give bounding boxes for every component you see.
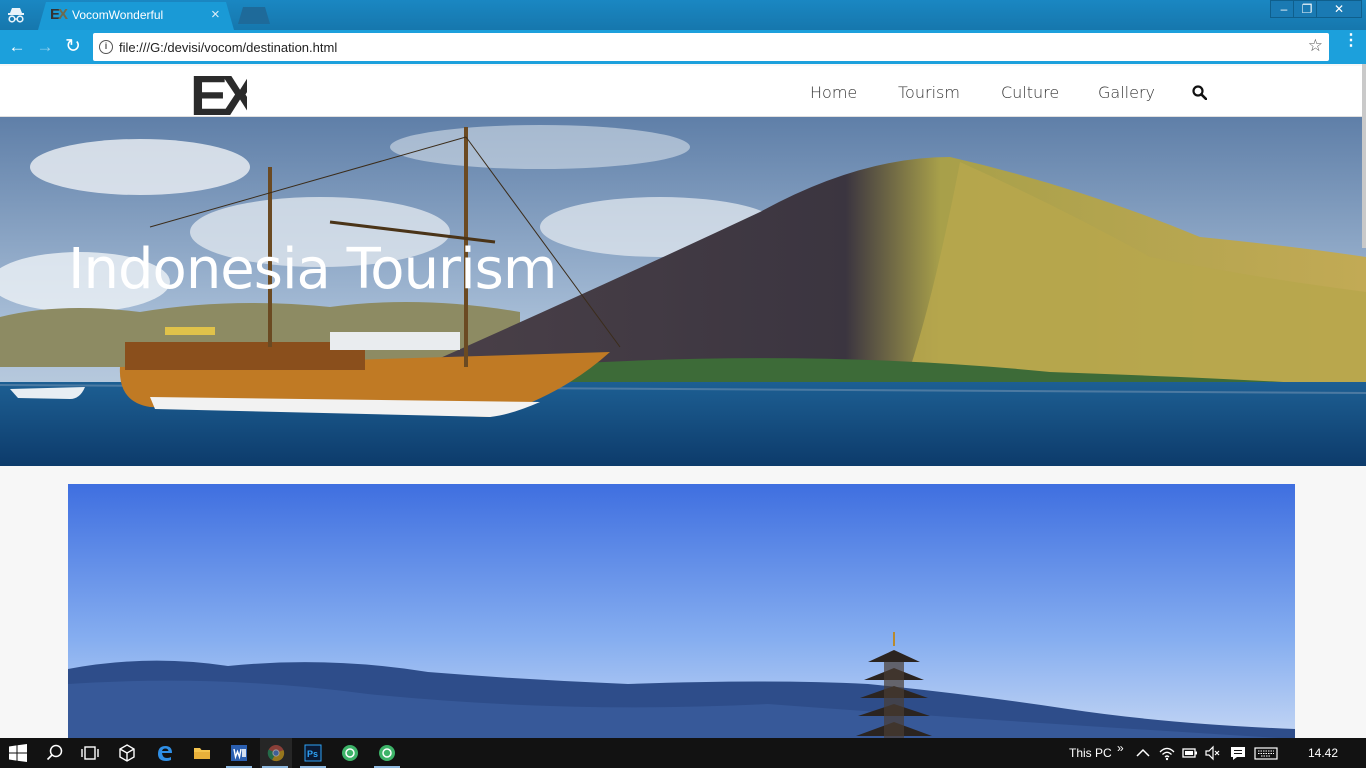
nav-tourism[interactable]: Tourism (898, 83, 960, 102)
windows-start-icon[interactable] (9, 744, 27, 762)
word-icon[interactable] (230, 744, 248, 762)
bookmark-star-icon[interactable]: ☆ (1308, 36, 1323, 56)
this-pc-label[interactable]: This PC (1069, 746, 1112, 760)
keyboard-icon[interactable] (1254, 744, 1278, 762)
search-icon[interactable] (46, 744, 64, 762)
edge-browser-icon[interactable] (156, 744, 174, 762)
svg-text:Ps: Ps (307, 749, 318, 759)
browser-toolbar: ← → ↻ i file:///G:/devisi/vocom/destinat… (0, 30, 1366, 64)
nav-home[interactable]: Home (810, 83, 857, 102)
incognito-icon (8, 8, 24, 23)
toolbar-overflow-icon[interactable]: » (1117, 741, 1124, 755)
tab-close-icon[interactable]: × (211, 6, 220, 23)
address-bar[interactable]: i file:///G:/devisi/vocom/destination.ht… (93, 33, 1329, 61)
nav-culture[interactable]: Culture (1001, 83, 1059, 102)
hero-banner: Indonesia Tourism (0, 117, 1366, 466)
page-scrollbar[interactable] (1362, 64, 1366, 248)
green-app-icon[interactable] (341, 744, 359, 762)
3d-builder-icon[interactable] (118, 744, 136, 762)
tab-favicon: EX (50, 6, 68, 23)
reload-button[interactable]: ↻ (64, 37, 82, 56)
site-logo[interactable]: EX (191, 70, 247, 116)
task-view-icon[interactable] (81, 744, 99, 762)
nav-gallery[interactable]: Gallery (1098, 83, 1155, 102)
chrome-active-highlight (260, 738, 292, 768)
url-text[interactable]: file:///G:/devisi/vocom/destination.html (119, 40, 337, 55)
web-page: EX Home Tourism Culture Gallery Indonesi… (0, 64, 1366, 738)
forward-button[interactable]: → (36, 38, 54, 56)
window-close-button[interactable]: ✕ (1316, 0, 1362, 18)
file-explorer-icon[interactable] (193, 744, 211, 762)
temple-image (68, 484, 1295, 738)
destination-card[interactable] (68, 484, 1295, 738)
chevron-up-icon[interactable] (1134, 744, 1152, 762)
tab-title: VocomWonderful (72, 8, 164, 22)
wifi-icon[interactable] (1158, 744, 1176, 762)
hero-title: Indonesia Tourism (68, 237, 557, 302)
search-icon[interactable] (1192, 85, 1207, 100)
back-button[interactable]: ← (8, 38, 26, 56)
windows-taskbar: Ps This PC » 14.42 (0, 738, 1366, 768)
speaker-muted-icon[interactable] (1204, 744, 1222, 762)
site-navbar: EX Home Tourism Culture Gallery (0, 66, 1366, 117)
clock[interactable]: 14.42 (1308, 746, 1338, 760)
info-icon[interactable]: i (99, 40, 113, 54)
browser-titlebar: EX VocomWonderful × – ❐ ✕ (0, 0, 1366, 30)
notifications-icon[interactable] (1229, 744, 1247, 762)
battery-icon[interactable] (1181, 744, 1199, 762)
browser-menu-button[interactable]: ⋮ (1343, 33, 1359, 49)
green-app-icon-2[interactable] (378, 744, 396, 762)
photoshop-icon[interactable]: Ps (304, 744, 322, 762)
new-tab-button[interactable] (238, 7, 270, 24)
